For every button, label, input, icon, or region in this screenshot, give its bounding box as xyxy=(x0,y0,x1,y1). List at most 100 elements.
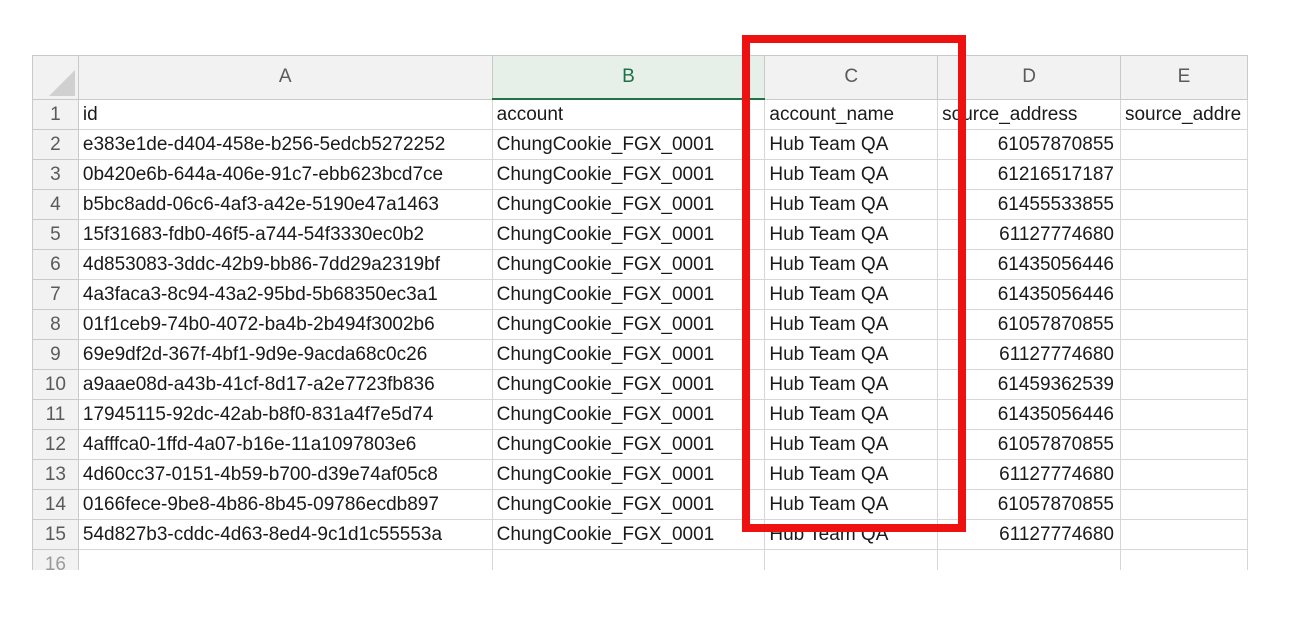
cell-d[interactable]: 61127774680 xyxy=(937,219,1121,250)
cell-e[interactable] xyxy=(1119,399,1248,430)
cell-d[interactable] xyxy=(937,549,1121,570)
cell-b[interactable]: ChungCookie_FGX_0001 xyxy=(491,459,766,490)
cell-c[interactable]: Hub Team QA xyxy=(764,489,939,520)
cell-c[interactable]: Hub Team QA xyxy=(764,309,939,340)
cell-a[interactable]: 0b420e6b-644a-406e-91c7-ebb623bcd7ce xyxy=(77,159,493,190)
column-header-c[interactable]: C xyxy=(764,55,939,100)
row-header[interactable]: 11 xyxy=(32,399,79,430)
cell-c[interactable]: Hub Team QA xyxy=(764,129,939,160)
cell-e[interactable]: source_addre xyxy=(1119,98,1248,130)
cell-b[interactable]: ChungCookie_FGX_0001 xyxy=(491,219,766,250)
cell-e[interactable] xyxy=(1119,459,1248,490)
row-header[interactable]: 8 xyxy=(32,309,79,340)
cell-d[interactable]: source_address xyxy=(937,98,1121,130)
cell-b[interactable]: ChungCookie_FGX_0001 xyxy=(491,399,766,430)
column-header-b[interactable]: B xyxy=(491,55,766,100)
cell-a[interactable]: 4afffca0-1ffd-4a07-b16e-11a1097803e6 xyxy=(77,429,493,460)
cell-e[interactable] xyxy=(1119,159,1248,190)
cell-c[interactable]: Hub Team QA xyxy=(764,399,939,430)
cell-c[interactable]: Hub Team QA xyxy=(764,429,939,460)
cell-a[interactable]: 0166fece-9be8-4b86-8b45-09786ecdb897 xyxy=(77,489,493,520)
row-header[interactable]: 5 xyxy=(32,219,79,250)
cell-b[interactable]: ChungCookie_FGX_0001 xyxy=(491,249,766,280)
row-header[interactable]: 7 xyxy=(32,279,79,310)
column-header-a[interactable]: A xyxy=(77,55,493,100)
row-header[interactable]: 4 xyxy=(32,189,79,220)
cell-d[interactable]: 61435056446 xyxy=(937,399,1121,430)
cell-a[interactable]: e383e1de-d404-458e-b256-5edcb5272252 xyxy=(77,129,493,160)
cell-e[interactable] xyxy=(1119,519,1248,550)
row-header[interactable]: 10 xyxy=(32,369,79,400)
cell-e[interactable] xyxy=(1119,549,1248,570)
cell-b[interactable]: ChungCookie_FGX_0001 xyxy=(491,279,766,310)
row-header[interactable]: 15 xyxy=(32,519,79,550)
cell-e[interactable] xyxy=(1119,369,1248,400)
cell-b[interactable]: account xyxy=(491,98,766,130)
cell-c[interactable]: Hub Team QA xyxy=(764,189,939,220)
cell-a[interactable]: 17945115-92dc-42ab-b8f0-831a4f7e5d74 xyxy=(77,399,493,430)
cell-c[interactable]: Hub Team QA xyxy=(764,339,939,370)
cell-a[interactable] xyxy=(77,549,493,570)
cell-d[interactable]: 61435056446 xyxy=(937,279,1121,310)
cell-e[interactable] xyxy=(1119,279,1248,310)
cell-e[interactable] xyxy=(1119,429,1248,460)
cell-d[interactable]: 61435056446 xyxy=(937,249,1121,280)
cell-c[interactable]: Hub Team QA xyxy=(764,159,939,190)
cell-d[interactable]: 61455533855 xyxy=(937,189,1121,220)
cell-e[interactable] xyxy=(1119,249,1248,280)
cell-a[interactable]: a9aae08d-a43b-41cf-8d17-a2e7723fb836 xyxy=(77,369,493,400)
row-header[interactable]: 16 xyxy=(32,549,79,570)
row-header[interactable]: 2 xyxy=(32,129,79,160)
cell-b[interactable]: ChungCookie_FGX_0001 xyxy=(491,429,766,460)
cell-a[interactable]: id xyxy=(77,98,493,130)
select-all-corner[interactable] xyxy=(32,55,79,100)
cell-a[interactable]: 4a3faca3-8c94-43a2-95bd-5b68350ec3a1 xyxy=(77,279,493,310)
cell-e[interactable] xyxy=(1119,219,1248,250)
cell-b[interactable]: ChungCookie_FGX_0001 xyxy=(491,159,766,190)
row-header[interactable]: 3 xyxy=(32,159,79,190)
cell-e[interactable] xyxy=(1119,489,1248,520)
cell-e[interactable] xyxy=(1119,309,1248,340)
cell-a[interactable]: 01f1ceb9-74b0-4072-ba4b-2b494f3002b6 xyxy=(77,309,493,340)
row-header[interactable]: 1 xyxy=(32,98,79,130)
cell-b[interactable]: ChungCookie_FGX_0001 xyxy=(491,189,766,220)
cell-d[interactable]: 61216517187 xyxy=(937,159,1121,190)
cell-c[interactable]: Hub Team QA xyxy=(764,369,939,400)
cell-e[interactable] xyxy=(1119,189,1248,220)
cell-a[interactable]: 4d853083-3ddc-42b9-bb86-7dd29a2319bf xyxy=(77,249,493,280)
cell-d[interactable]: 61057870855 xyxy=(937,429,1121,460)
cell-a[interactable]: b5bc8add-06c6-4af3-a42e-5190e47a1463 xyxy=(77,189,493,220)
cell-c[interactable] xyxy=(764,549,939,570)
cell-d[interactable]: 61057870855 xyxy=(937,129,1121,160)
cell-d[interactable]: 61127774680 xyxy=(937,459,1121,490)
cell-d[interactable]: 61057870855 xyxy=(937,309,1121,340)
cell-d[interactable]: 61459362539 xyxy=(937,369,1121,400)
cell-c[interactable]: Hub Team QA xyxy=(764,249,939,280)
row-header[interactable]: 14 xyxy=(32,489,79,520)
cell-a[interactable]: 4d60cc37-0151-4b59-b700-d39e74af05c8 xyxy=(77,459,493,490)
row-header[interactable]: 12 xyxy=(32,429,79,460)
cell-e[interactable] xyxy=(1119,129,1248,160)
cell-c[interactable]: Hub Team QA xyxy=(764,279,939,310)
cell-c[interactable]: account_name xyxy=(764,98,939,130)
cell-a[interactable]: 15f31683-fdb0-46f5-a744-54f3330ec0b2 xyxy=(77,219,493,250)
column-header-d[interactable]: D xyxy=(937,55,1121,100)
cell-c[interactable]: Hub Team QA xyxy=(764,219,939,250)
cell-d[interactable]: 61057870855 xyxy=(937,489,1121,520)
column-header-e[interactable]: E xyxy=(1119,55,1248,100)
row-header[interactable]: 6 xyxy=(32,249,79,280)
cell-d[interactable]: 61127774680 xyxy=(937,339,1121,370)
cell-b[interactable]: ChungCookie_FGX_0001 xyxy=(491,339,766,370)
cell-a[interactable]: 54d827b3-cddc-4d63-8ed4-9c1d1c55553a xyxy=(77,519,493,550)
row-header[interactable]: 9 xyxy=(32,339,79,370)
cell-c[interactable]: Hub Team QA xyxy=(764,519,939,550)
cell-b[interactable]: ChungCookie_FGX_0001 xyxy=(491,369,766,400)
cell-b[interactable] xyxy=(491,549,766,570)
cell-b[interactable]: ChungCookie_FGX_0001 xyxy=(491,489,766,520)
cell-b[interactable]: ChungCookie_FGX_0001 xyxy=(491,309,766,340)
cell-c[interactable]: Hub Team QA xyxy=(764,459,939,490)
row-header[interactable]: 13 xyxy=(32,459,79,490)
cell-b[interactable]: ChungCookie_FGX_0001 xyxy=(491,519,766,550)
cell-e[interactable] xyxy=(1119,339,1248,370)
cell-d[interactable]: 61127774680 xyxy=(937,519,1121,550)
